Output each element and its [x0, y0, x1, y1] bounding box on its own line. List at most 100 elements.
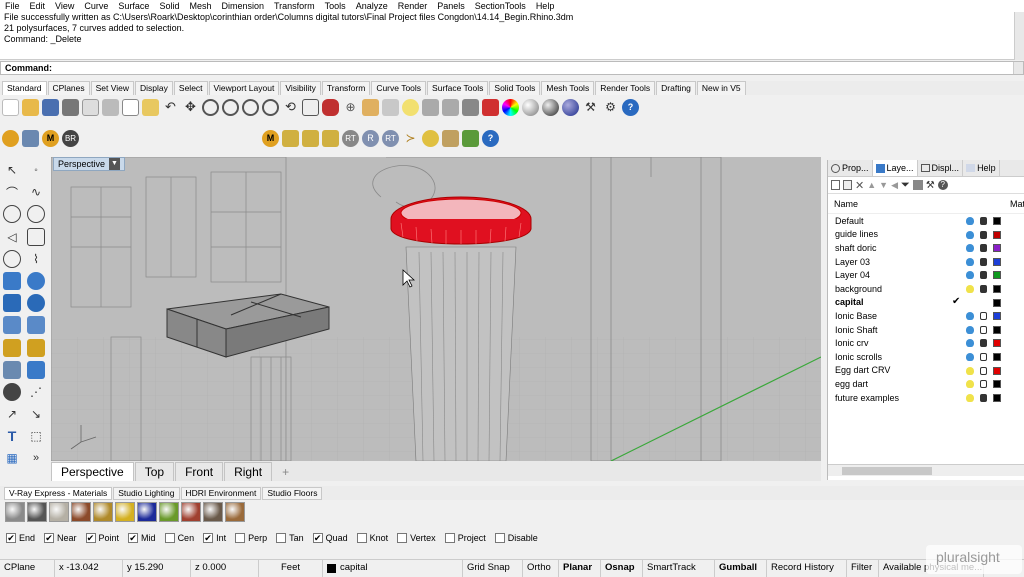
select-arrow-icon[interactable]: ↖	[3, 161, 21, 179]
toolbar-tab-transform[interactable]: Transform	[321, 81, 371, 95]
delete-layer-icon[interactable]: ✕	[855, 179, 864, 192]
material-swatch[interactable]	[203, 502, 223, 522]
material-icon[interactable]	[482, 98, 499, 116]
layer-list-hscrollbar[interactable]	[828, 464, 1024, 476]
menu-dimension[interactable]: Dimension	[216, 0, 269, 12]
osnap-checkbox[interactable]: ✔	[203, 533, 214, 543]
arc-icon[interactable]: ◁	[3, 228, 21, 246]
osnap-end[interactable]: ✔ End	[6, 533, 35, 543]
save-icon[interactable]	[42, 98, 59, 116]
material-swatch[interactable]	[181, 502, 201, 522]
osnap-int[interactable]: ✔ Int	[203, 533, 226, 543]
layer-color-swatch[interactable]	[993, 393, 1001, 402]
gumball-toggle[interactable]: Gumball	[715, 559, 767, 577]
osnap-checkbox[interactable]	[397, 533, 408, 543]
osnap-mid[interactable]: ✔ Mid	[128, 533, 156, 543]
zoom-extents-icon[interactable]	[242, 98, 259, 116]
light-bulb-icon[interactable]	[966, 366, 974, 375]
toolbar-tab-mesh-tools[interactable]: Mesh Tools	[541, 81, 595, 95]
color-wheel-icon[interactable]	[502, 98, 519, 116]
dimension-icon[interactable]: ↗	[3, 405, 21, 423]
trim-icon[interactable]	[27, 338, 45, 357]
vray-help-icon[interactable]: ?	[482, 129, 499, 147]
menu-panels[interactable]: Panels	[432, 0, 470, 12]
zoom-icon[interactable]	[202, 98, 219, 116]
osnap-near[interactable]: ✔ Near	[44, 533, 77, 543]
smarttrack-toggle[interactable]: SmartTrack	[643, 559, 715, 577]
toolbar-tab-select[interactable]: Select	[173, 81, 208, 95]
toolbar-tab-render-tools[interactable]: Render Tools	[595, 81, 656, 95]
light-bulb-icon[interactable]	[966, 257, 974, 266]
toolbar-tab-new-in-v5[interactable]: New in V5	[696, 81, 746, 95]
caret-down-icon[interactable]: ▼	[109, 158, 120, 170]
polyline-icon[interactable]: ⌒	[3, 183, 21, 201]
layer-color-swatch[interactable]	[993, 312, 1001, 321]
analyze-icon[interactable]: ↘	[27, 405, 45, 423]
vray-render-icon[interactable]	[2, 129, 19, 147]
layer-state-icon[interactable]	[912, 180, 923, 190]
tools-wrench-icon[interactable]: ⚒	[926, 180, 935, 191]
move-down-icon[interactable]: ▼	[879, 180, 888, 190]
layer-row[interactable]: background	[828, 282, 1024, 296]
command-scrollbar[interactable]	[1013, 62, 1023, 74]
vray-r-icon[interactable]: R	[362, 129, 379, 147]
layer-row[interactable]: egg dart	[828, 377, 1024, 391]
light-bulb-icon[interactable]	[402, 98, 419, 116]
toolbar-tab-set-view[interactable]: Set View	[90, 81, 135, 95]
lock-icon[interactable]	[980, 339, 987, 348]
current-layer-selector[interactable]: capital	[323, 559, 463, 577]
menu-help[interactable]: Help	[531, 0, 560, 12]
toolbar-tab-display[interactable]: Display	[135, 81, 173, 95]
explode-icon[interactable]	[3, 338, 21, 357]
undo-icon[interactable]: ↶	[162, 99, 179, 116]
light-bulb-icon[interactable]	[966, 352, 974, 361]
vray-frame-buffer-icon[interactable]	[22, 129, 39, 147]
record-history-toggle[interactable]: Record History	[767, 559, 847, 577]
material-swatch[interactable]	[49, 502, 69, 522]
toolbar-tab-surface-tools[interactable]: Surface Tools	[427, 81, 489, 95]
tab-right[interactable]: Right	[224, 462, 273, 481]
vray-m-icon[interactable]: M	[262, 129, 279, 147]
new-sublayer-icon[interactable]	[843, 180, 852, 190]
vray-proxy-icon[interactable]	[462, 129, 479, 147]
history-scrollbar[interactable]	[1014, 12, 1024, 60]
toolbar-tab-cplanes[interactable]: CPlanes	[47, 81, 90, 95]
select-icon[interactable]: ⊕	[342, 99, 359, 116]
menu-transform[interactable]: Transform	[269, 0, 320, 12]
circle-icon[interactable]	[3, 205, 21, 224]
osnap-knot[interactable]: Knot	[356, 533, 388, 543]
osnap-cen[interactable]: Cen	[164, 533, 194, 543]
more-tools-icon[interactable]: »	[27, 449, 45, 467]
command-line-input[interactable]: Command:	[0, 61, 1024, 75]
light-bulb-icon[interactable]	[966, 380, 974, 389]
osnap-tan[interactable]: Tan	[276, 533, 304, 543]
lock-icon[interactable]	[980, 284, 987, 293]
osnap-project[interactable]: Project	[444, 533, 486, 543]
print-icon[interactable]	[62, 98, 79, 116]
lock-icon[interactable]	[980, 230, 987, 239]
layer-color-swatch[interactable]	[993, 298, 1001, 307]
toolbar-tab-curve-tools[interactable]: Curve Tools	[371, 81, 427, 95]
material-swatch[interactable]	[27, 502, 47, 522]
move-up-icon[interactable]: ▲	[867, 180, 876, 190]
menu-surface[interactable]: Surface	[113, 0, 154, 12]
cylinder-icon[interactable]	[3, 316, 21, 335]
vray-sky-icon[interactable]	[442, 129, 459, 147]
viewport-title[interactable]: Perspective ▼	[53, 157, 125, 171]
layer-row[interactable]: shaft doric	[828, 241, 1024, 255]
light-bulb-icon[interactable]	[966, 230, 974, 239]
named-view-icon[interactable]	[382, 98, 399, 116]
polygon-icon[interactable]	[3, 249, 21, 268]
rectangle-icon[interactable]	[27, 227, 45, 246]
tab-help[interactable]: Help	[963, 160, 1000, 176]
osnap-disable[interactable]: Disable	[494, 533, 538, 543]
light-bulb-icon[interactable]	[966, 284, 974, 293]
lock-icon[interactable]	[980, 257, 987, 266]
light-bulb-icon[interactable]	[966, 244, 974, 253]
lock-icon[interactable]	[980, 380, 987, 389]
text-icon[interactable]: T	[3, 427, 21, 445]
tab-top[interactable]: Top	[134, 462, 175, 481]
material-swatch[interactable]	[225, 502, 245, 522]
hide-icon[interactable]	[422, 98, 439, 116]
osnap-checkbox[interactable]: ✔	[85, 533, 96, 543]
